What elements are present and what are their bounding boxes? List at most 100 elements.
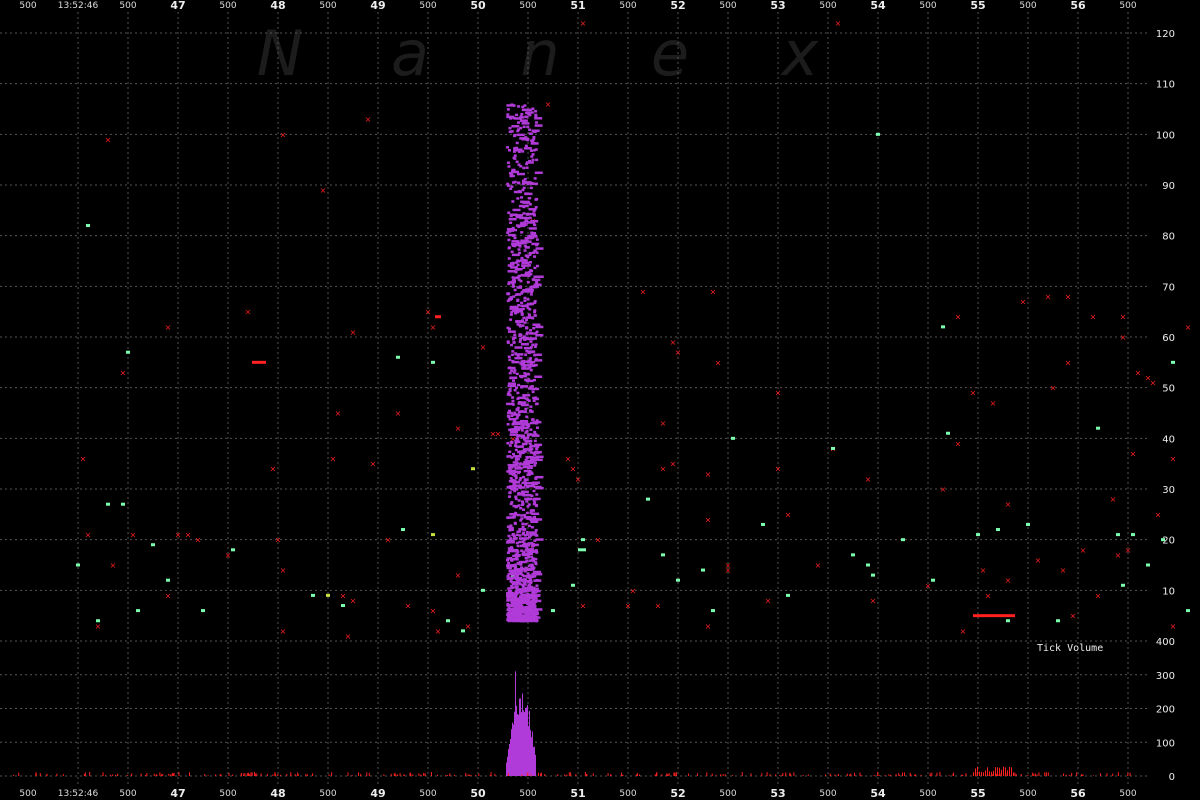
burst-trade-point [522, 463, 531, 466]
burst-trade-point [534, 549, 538, 552]
burst-trade-point [528, 159, 532, 163]
volume-tick [566, 774, 568, 776]
burst-trade-point [511, 528, 515, 532]
red-trade-mark: × [595, 536, 602, 545]
watermark-letter: n [520, 17, 559, 90]
volume-tick [240, 772, 242, 776]
burst-trade-point [535, 419, 539, 422]
red-trade-mark: × [1125, 546, 1132, 555]
volume-tick [888, 774, 890, 776]
volume-tick [878, 774, 880, 776]
burst-trade-point [517, 121, 521, 124]
green-trade-point [431, 360, 435, 364]
burst-trade-point [529, 346, 533, 349]
burst-trade-point [520, 594, 524, 598]
burst-trade-point [533, 177, 537, 180]
burst-trade-point [511, 263, 515, 266]
second-label: 47 [170, 0, 185, 12]
volume-tick [1127, 772, 1129, 776]
red-trade-mark: × [1120, 333, 1127, 342]
burst-trade-point [521, 540, 525, 544]
second-label: 54 [870, 787, 886, 800]
volume-tick [153, 773, 155, 776]
burst-trade-point [521, 116, 525, 119]
red-trade-mark: × [175, 531, 182, 540]
volume-bar [519, 698, 520, 776]
burst-trade-point [532, 516, 536, 520]
burst-trade-point [507, 211, 511, 214]
burst-trade-point [506, 525, 510, 528]
volume-tick [189, 772, 191, 776]
burst-trade-point [518, 534, 522, 537]
red-trade-mark: × [955, 439, 962, 448]
burst-trade-point [519, 223, 528, 226]
burst-trade-point [520, 112, 524, 116]
ms-label: 500 [619, 1, 636, 11]
second-label: 50 [470, 0, 486, 12]
volume-tick [178, 772, 180, 776]
burst-trade-point [530, 600, 534, 603]
volume-tick [975, 768, 976, 776]
volume-tick [961, 774, 963, 776]
volume-bar [530, 729, 531, 776]
burst-trade-point [535, 247, 544, 250]
volume-tick [1014, 772, 1016, 776]
watermark-letter: e [651, 17, 689, 90]
burst-trade-point [522, 531, 526, 534]
volume-tick [248, 774, 250, 776]
burst-trade-point [517, 383, 521, 387]
ms-label: 500 [219, 789, 236, 799]
burst-trade-point [512, 379, 516, 382]
burst-trade-point [506, 541, 510, 544]
red-trade-mark: × [405, 602, 412, 611]
volume-tick [807, 774, 809, 776]
burst-trade-point [512, 504, 516, 508]
burst-trade-point [524, 407, 528, 411]
volume-tick [987, 767, 988, 776]
volume-bar [517, 714, 518, 776]
burst-trade-point [534, 458, 543, 462]
burst-trade-point [515, 160, 519, 164]
burst-trade-point [509, 221, 513, 225]
volume-tick [131, 773, 133, 776]
volume-tick [410, 773, 412, 776]
green-trade-point [461, 629, 465, 633]
ms-label: 500 [619, 789, 636, 799]
burst-trade-point [507, 257, 511, 260]
burst-trade-point [515, 353, 524, 356]
volume-tick [360, 773, 362, 776]
burst-trade-point [529, 615, 533, 619]
volume-tick [465, 772, 467, 776]
burst-trade-point [515, 243, 519, 247]
burst-trade-point [531, 387, 540, 391]
price-tick-label: 10 [1162, 586, 1175, 597]
burst-trade-point [507, 330, 516, 333]
burst-trade-point [520, 568, 529, 571]
burst-trade-point [523, 469, 532, 473]
burst-trade-point [516, 513, 520, 517]
burst-trade-point [514, 267, 523, 271]
volume-tick [636, 773, 638, 776]
burst-trade-point [514, 474, 518, 477]
burst-trade-point [532, 512, 536, 515]
volume-tick [1071, 772, 1073, 776]
burst-trade-point [511, 473, 515, 476]
volume-tick [873, 774, 875, 776]
burst-trade-point [509, 117, 513, 120]
burst-trade-point [523, 181, 532, 184]
burst-trade-point [531, 278, 535, 281]
burst-trade-point [531, 572, 535, 576]
burst-trade-point [507, 615, 511, 618]
red-trade-mark: × [350, 596, 357, 605]
volume-tick [13, 774, 15, 776]
burst-trade-point [534, 608, 543, 611]
burst-trade-point [521, 188, 525, 192]
ms-label: 500 [1119, 1, 1136, 11]
burst-trade-point [507, 611, 511, 615]
volume-tick [347, 772, 349, 776]
red-trade-mark: × [455, 424, 462, 433]
red-trade-mark: × [1170, 455, 1177, 464]
burst-trade-point [528, 227, 537, 230]
yellow-trade-point [326, 593, 330, 597]
burst-trade-point [529, 511, 533, 515]
